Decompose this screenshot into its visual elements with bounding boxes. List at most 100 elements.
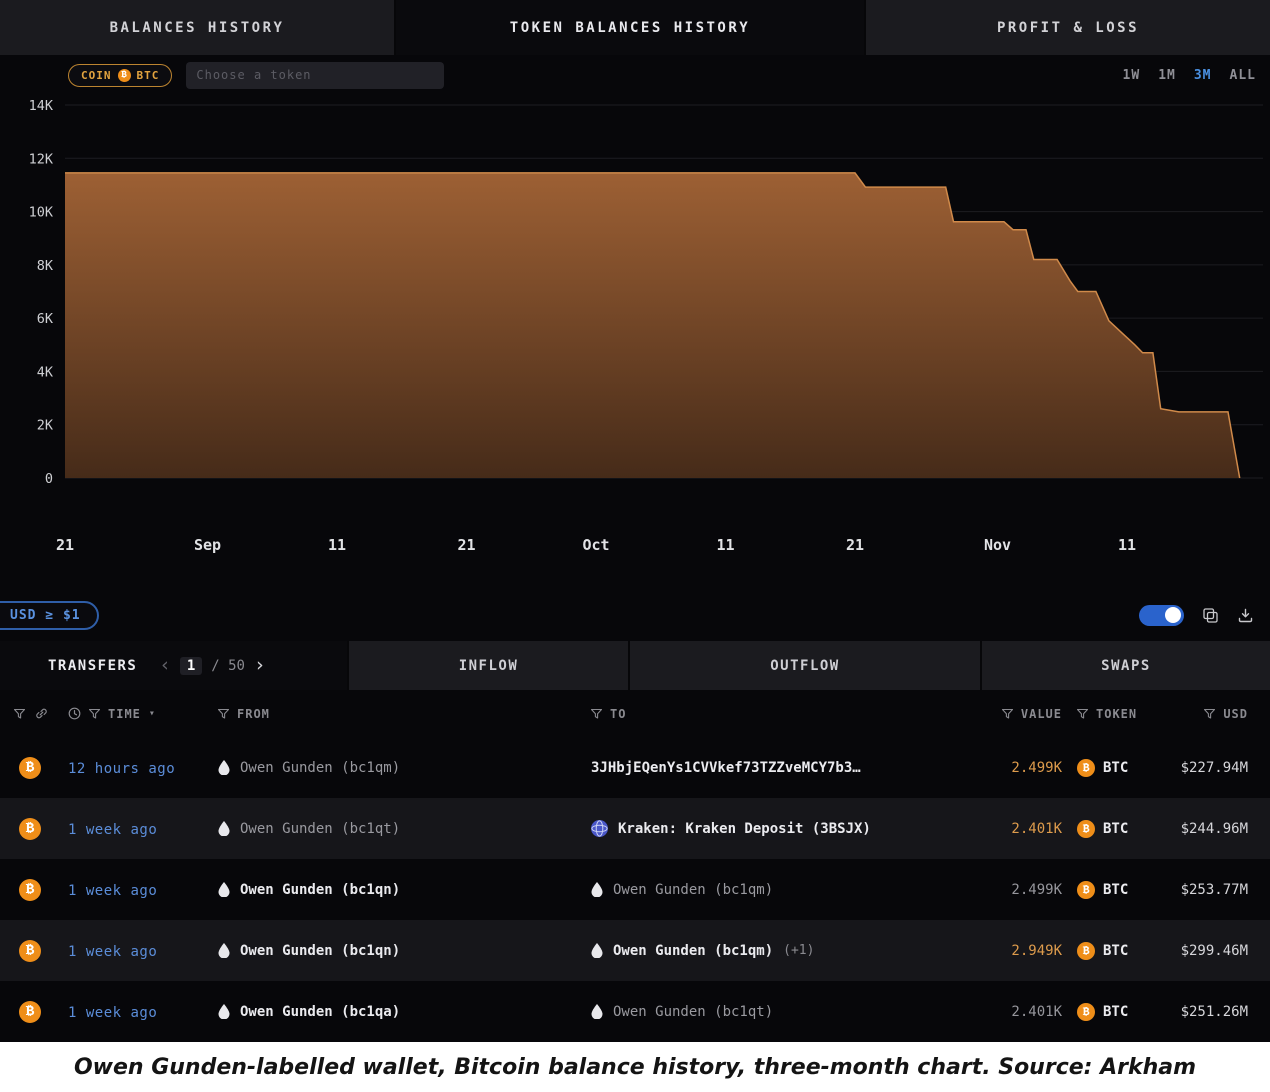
droplet-icon bbox=[218, 882, 230, 897]
column-usd[interactable]: USD bbox=[1223, 707, 1248, 721]
table-row[interactable]: ₿ 1 week ago Owen Gunden (bc1qn) Owen Gu… bbox=[0, 859, 1270, 920]
table-row[interactable]: ₿ 12 hours ago Owen Gunden (bc1qm) 3JHbj… bbox=[0, 737, 1270, 798]
chart-controls: COIN ₿ BTC 1W 1M 3M ALL bbox=[0, 59, 1270, 91]
tab-balances-history[interactable]: BALANCES HISTORY bbox=[0, 0, 396, 55]
btc-icon: ₿ bbox=[1077, 881, 1095, 899]
tab-profit-loss[interactable]: PROFIT & LOSS bbox=[864, 0, 1270, 55]
filter-bar: USD ≥ $1 bbox=[0, 588, 1270, 642]
tab-token-balances-history[interactable]: TOKEN BALANCES HISTORY bbox=[396, 0, 864, 55]
range-1m-button[interactable]: 1M bbox=[1158, 68, 1176, 83]
tab-transfers[interactable]: TRANSFERS ‹ 1 / 50 › bbox=[0, 641, 347, 690]
droplet-icon bbox=[218, 1004, 230, 1019]
chain-link-icon[interactable] bbox=[35, 707, 48, 720]
from-entity[interactable]: Owen Gunden (bc1qm) bbox=[240, 760, 400, 776]
tab-outflow[interactable]: OUTFLOW bbox=[628, 641, 980, 690]
range-3m-button[interactable]: 3M bbox=[1194, 68, 1212, 83]
usd-value-toggle[interactable] bbox=[1139, 605, 1184, 626]
tab-inflow[interactable]: INFLOW bbox=[347, 641, 628, 690]
filter-icon[interactable] bbox=[218, 709, 229, 719]
table-row[interactable]: ₿ 1 week ago Owen Gunden (bc1qa) Owen Gu… bbox=[0, 981, 1270, 1042]
droplet-icon bbox=[591, 1004, 603, 1019]
to-entity[interactable]: Kraken: Kraken Deposit (3BSJX) bbox=[618, 821, 871, 837]
kraken-icon bbox=[591, 820, 608, 837]
clock-icon[interactable] bbox=[68, 707, 81, 720]
pagination: ‹ 1 / 50 › bbox=[159, 656, 265, 675]
btc-icon: ₿ bbox=[1077, 1003, 1095, 1021]
filter-icon[interactable] bbox=[591, 709, 602, 719]
btc-icon: ₿ bbox=[19, 1001, 41, 1023]
column-to[interactable]: TO bbox=[610, 707, 626, 721]
droplet-icon bbox=[218, 760, 230, 775]
sort-caret-icon[interactable]: ▾ bbox=[149, 708, 156, 719]
btc-icon: ₿ bbox=[19, 940, 41, 962]
svg-text:4K: 4K bbox=[37, 364, 54, 380]
range-1w-button[interactable]: 1W bbox=[1123, 68, 1141, 83]
svg-text:Sep: Sep bbox=[194, 536, 221, 554]
transfer-value: 2.499K bbox=[945, 882, 1062, 898]
column-value[interactable]: VALUE bbox=[1021, 707, 1062, 721]
column-time[interactable]: TIME bbox=[108, 707, 141, 721]
tab-swaps[interactable]: SWAPS bbox=[980, 641, 1270, 690]
from-entity[interactable]: Owen Gunden (bc1qa) bbox=[240, 1004, 400, 1020]
page-prev-button[interactable]: ‹ bbox=[159, 656, 170, 675]
transfer-time-link[interactable]: 12 hours ago bbox=[68, 761, 175, 777]
filter-icon[interactable] bbox=[14, 709, 25, 719]
column-from[interactable]: FROM bbox=[237, 707, 270, 721]
from-entity[interactable]: Owen Gunden (bc1qn) bbox=[240, 882, 400, 898]
transfers-table-body: ₿ 12 hours ago Owen Gunden (bc1qm) 3JHbj… bbox=[0, 737, 1270, 1042]
transfer-time-link[interactable]: 1 week ago bbox=[68, 883, 157, 899]
transfers-label: TRANSFERS bbox=[48, 658, 137, 674]
column-token[interactable]: TOKEN bbox=[1096, 707, 1137, 721]
to-entity[interactable]: Owen Gunden (bc1qm) bbox=[613, 882, 773, 898]
svg-text:2K: 2K bbox=[37, 418, 54, 434]
svg-text:21: 21 bbox=[457, 536, 475, 554]
svg-text:Oct: Oct bbox=[582, 536, 609, 554]
table-row[interactable]: ₿ 1 week ago Owen Gunden (bc1qn) Owen Gu… bbox=[0, 920, 1270, 981]
from-entity[interactable]: Owen Gunden (bc1qt) bbox=[240, 821, 400, 837]
coin-filter-pill[interactable]: COIN ₿ BTC bbox=[68, 64, 172, 87]
token-search-input[interactable] bbox=[186, 62, 444, 89]
transfer-usd: $227.94M bbox=[1150, 760, 1270, 776]
transfer-value: 2.949K bbox=[945, 943, 1062, 959]
usd-filter-pill[interactable]: USD ≥ $1 bbox=[0, 601, 99, 630]
toggle-knob bbox=[1165, 607, 1181, 623]
download-icon[interactable] bbox=[1237, 607, 1254, 624]
range-selector: 1W 1M 3M ALL bbox=[1123, 68, 1256, 83]
btc-icon: ₿ bbox=[19, 879, 41, 901]
droplet-icon bbox=[218, 821, 230, 836]
svg-text:11: 11 bbox=[716, 536, 734, 554]
token-label: BTC bbox=[1103, 821, 1128, 837]
page-next-button[interactable]: › bbox=[254, 656, 265, 675]
token-label: BTC bbox=[1103, 943, 1128, 959]
filter-icon[interactable] bbox=[89, 709, 100, 719]
transfers-tabbar: TRANSFERS ‹ 1 / 50 › INFLOW OUTFLOW SWAP… bbox=[0, 641, 1270, 690]
transfer-usd: $251.26M bbox=[1150, 1004, 1270, 1020]
svg-text:10K: 10K bbox=[29, 205, 54, 221]
to-entity[interactable]: Owen Gunden (bc1qt) bbox=[613, 1004, 773, 1020]
transfer-time-link[interactable]: 1 week ago bbox=[68, 822, 157, 838]
svg-text:11: 11 bbox=[1118, 536, 1136, 554]
btc-icon: ₿ bbox=[1077, 942, 1095, 960]
svg-text:14K: 14K bbox=[29, 98, 54, 114]
table-header: TIME ▾ FROM TO VALUE TOKEN bbox=[0, 690, 1270, 737]
token-label: BTC bbox=[1103, 882, 1128, 898]
transfer-time-link[interactable]: 1 week ago bbox=[68, 944, 157, 960]
svg-text:0: 0 bbox=[45, 471, 53, 487]
btc-icon: ₿ bbox=[1077, 759, 1095, 777]
filter-icon[interactable] bbox=[1204, 709, 1215, 719]
transfer-value: 2.401K bbox=[945, 1004, 1062, 1020]
range-all-button[interactable]: ALL bbox=[1230, 68, 1256, 83]
balance-history-chart[interactable]: 02K4K6K8K10K12K14K21Sep1121Oct1121Nov11 bbox=[0, 88, 1270, 568]
from-entity[interactable]: Owen Gunden (bc1qn) bbox=[240, 943, 400, 959]
to-entity[interactable]: Owen Gunden (bc1qm) bbox=[613, 943, 773, 959]
page-current: 1 bbox=[180, 657, 202, 675]
transfer-time-link[interactable]: 1 week ago bbox=[68, 1005, 157, 1021]
to-entity[interactable]: 3JHbjEQenYs1CVVkef73TZZveMCY7b3… bbox=[591, 760, 861, 776]
copy-icon[interactable] bbox=[1202, 607, 1219, 624]
table-row[interactable]: ₿ 1 week ago Owen Gunden (bc1qt) Kraken:… bbox=[0, 798, 1270, 859]
filter-icon[interactable] bbox=[1002, 709, 1013, 719]
filter-icon[interactable] bbox=[1077, 709, 1088, 719]
coin-pill-label: COIN bbox=[81, 69, 112, 82]
transfer-usd: $244.96M bbox=[1150, 821, 1270, 837]
coin-pill-token: BTC bbox=[137, 69, 160, 82]
